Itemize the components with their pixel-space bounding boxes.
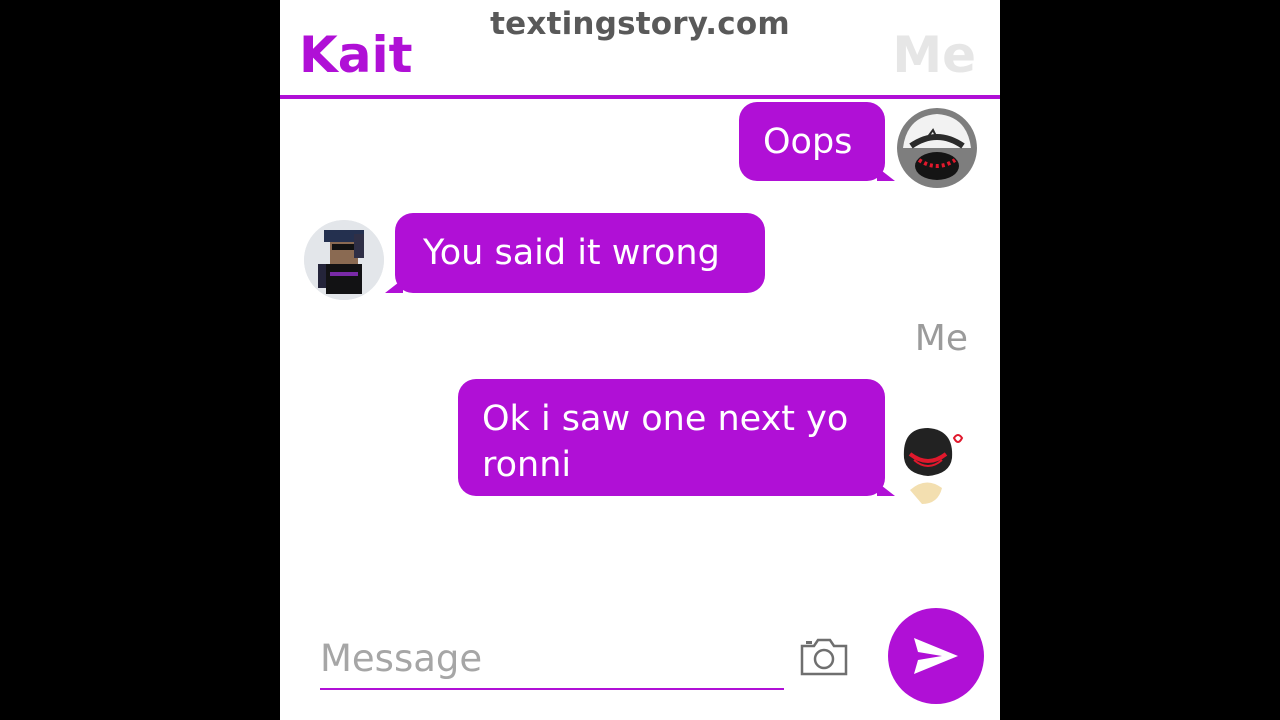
me-header-label: Me <box>892 26 976 84</box>
message-bubble-outgoing: Oops <box>739 102 895 181</box>
send-button[interactable] <box>888 608 984 704</box>
message-input[interactable] <box>320 632 784 684</box>
chat-screen: textingstory.com Kait Me Oops You said i… <box>280 0 1000 720</box>
contact-name: Kait <box>299 26 413 84</box>
message-bubble-incoming: You said it wrong <box>385 213 765 293</box>
header-divider <box>280 95 1000 99</box>
message-bubble-outgoing: Ok i saw one next yo ronni <box>458 379 895 496</box>
avatar-me-ball-icon[interactable] <box>897 108 977 188</box>
avatar-me-sketch-icon[interactable] <box>892 418 972 508</box>
sender-label: Me <box>914 318 968 359</box>
camera-icon[interactable] <box>798 634 850 678</box>
send-icon <box>914 638 958 674</box>
message-input-wrap <box>320 632 784 690</box>
avatar-contact-roblox-icon[interactable] <box>304 220 384 300</box>
